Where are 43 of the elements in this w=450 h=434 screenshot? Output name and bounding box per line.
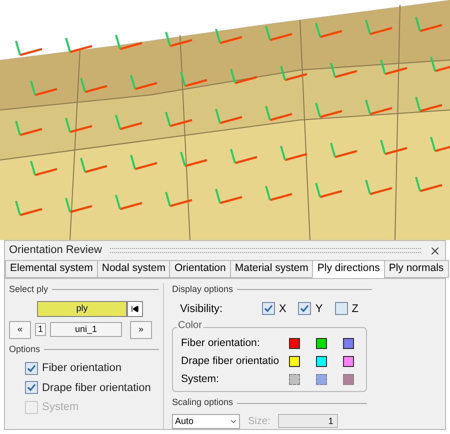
tab[interactable]: Ply directions: [312, 260, 385, 278]
skip-to-start-icon: [131, 304, 139, 312]
scaling-dropdown[interactable]: Auto: [172, 414, 240, 429]
prev-button[interactable]: «: [9, 320, 31, 338]
color-swatch[interactable]: [343, 356, 354, 368]
option-checkbox[interactable]: [25, 381, 38, 394]
color-row-label: Drape fiber orientatio: [181, 354, 280, 369]
visibility-label: Visibility:: [180, 302, 224, 316]
close-icon[interactable]: [429, 244, 441, 256]
group-label: Select ply: [9, 283, 48, 296]
option-label: System: [42, 400, 79, 415]
tab[interactable]: Ply normals: [384, 260, 449, 278]
color-row-label: System:: [181, 372, 220, 386]
window-title: Orientation Review: [9, 243, 102, 258]
ply-name-field[interactable]: uni_1: [50, 322, 122, 337]
axis-checkbox[interactable]: [298, 302, 312, 316]
color-swatch[interactable]: [316, 338, 327, 350]
tab[interactable]: Orientation: [169, 260, 231, 278]
option-label: Drape fiber orientation: [42, 380, 151, 396]
group-label: Options: [9, 342, 40, 356]
axis-label: X: [279, 302, 286, 316]
tab[interactable]: Nodal system: [96, 260, 170, 278]
option-checkbox[interactable]: [25, 362, 38, 375]
tab[interactable]: Material system: [230, 260, 314, 278]
axis-label: Z: [352, 302, 358, 316]
axis-label: Y: [315, 302, 323, 316]
option-label: Fiber orientation: [42, 361, 122, 376]
next-button[interactable]: »: [130, 320, 152, 338]
first-button[interactable]: [127, 300, 143, 316]
axis-checkbox[interactable]: [334, 302, 348, 316]
group-label: Scaling options: [172, 396, 234, 410]
color-swatch[interactable]: [289, 356, 300, 368]
tab[interactable]: Elemental system: [5, 260, 98, 278]
ply-index: 1: [35, 323, 46, 336]
group-label: Display options: [172, 283, 234, 296]
group-label: Color: [177, 321, 203, 331]
color-row-label: Fiber orientation:: [181, 336, 261, 351]
axis-checkbox[interactable]: [262, 302, 275, 316]
color-swatch[interactable]: [289, 338, 300, 350]
color-swatch[interactable]: [316, 356, 327, 368]
ply-button[interactable]: ply: [37, 300, 127, 316]
size-label: Size:: [248, 414, 270, 429]
color-swatch[interactable]: [343, 338, 354, 350]
